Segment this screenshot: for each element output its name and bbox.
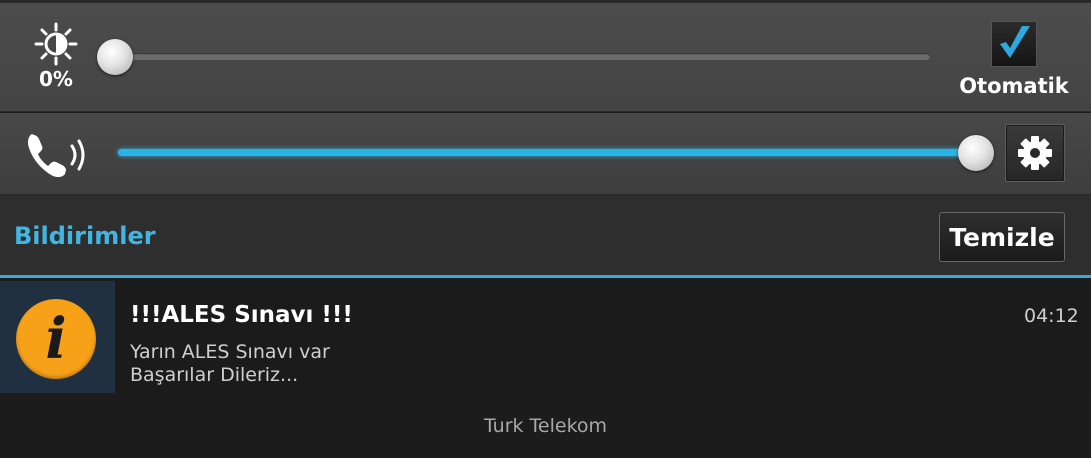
notification-title: !!!ALES Sınavı !!! xyxy=(130,302,353,328)
gear-icon xyxy=(1018,136,1052,170)
volume-slider-track[interactable] xyxy=(118,149,978,156)
brightness-slider-thumb[interactable] xyxy=(97,39,133,75)
auto-brightness-checkbox[interactable] xyxy=(991,21,1037,67)
notification-time: 04:12 xyxy=(1024,305,1079,327)
sound-settings-button[interactable] xyxy=(1005,124,1065,182)
notification-text-line2: Başarılar Dileriz... xyxy=(130,364,299,386)
carrier-name: Turk Telekom xyxy=(483,415,608,437)
notification-text-line1: Yarın ALES Sınavı var xyxy=(130,341,330,363)
phone-ringer-icon xyxy=(28,134,85,178)
notifications-header xyxy=(0,196,1091,278)
info-icon-glyph: i xyxy=(45,306,67,372)
volume-slider-thumb[interactable] xyxy=(958,135,994,171)
checkmark-icon xyxy=(1000,26,1030,58)
volume-slider-fill xyxy=(118,149,978,156)
brightness-value: 0% xyxy=(39,67,73,91)
brightness-icon xyxy=(34,22,78,66)
brightness-slider-track[interactable] xyxy=(118,53,930,60)
notifications-title: Bildirimler xyxy=(14,222,156,250)
clear-notifications-button[interactable]: Temizle xyxy=(939,212,1065,262)
auto-brightness-label: Otomatik xyxy=(959,74,1069,98)
